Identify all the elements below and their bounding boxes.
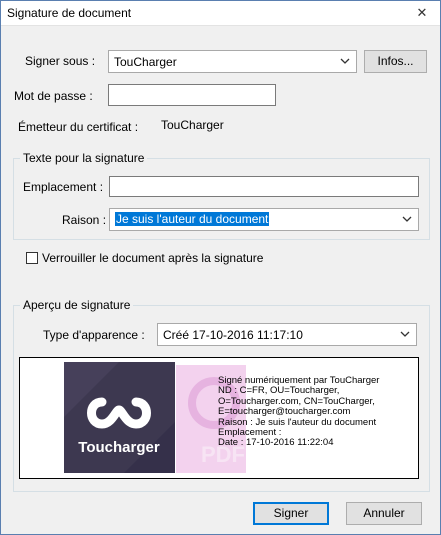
reason-value[interactable]: Je suis l'auteur du document — [115, 212, 270, 226]
signature-text-legend: Texte pour la signature — [20, 151, 148, 165]
issuer-value: TouCharger — [161, 118, 224, 132]
signature-line: Date : 17-10-2016 11:22:04 — [218, 437, 334, 449]
chevron-down-icon — [340, 58, 350, 64]
logo-text: Toucharger — [78, 439, 160, 456]
password-label: Mot de passe : — [14, 89, 93, 103]
preview-legend: Aperçu de signature — [20, 298, 134, 312]
appearance-dropdown[interactable]: Créé 17-10-2016 11:17:10 — [157, 323, 417, 346]
reason-label: Raison : — [62, 213, 107, 227]
chevron-down-icon — [400, 331, 410, 337]
close-icon[interactable]: ✕ — [404, 1, 440, 25]
sign-as-label: Signer sous : — [25, 54, 96, 68]
signature-dialog: Signature de document ✕ Signer sous : To… — [0, 0, 441, 535]
appearance-value: Créé 17-10-2016 11:17:10 — [163, 328, 303, 342]
lock-document-checkbox[interactable] — [26, 252, 38, 264]
sign-as-value: TouCharger — [114, 55, 177, 69]
reason-combobox[interactable]: Je suis l'auteur du document — [109, 208, 419, 231]
info-button[interactable]: Infos... — [364, 50, 427, 73]
location-label: Emplacement : — [23, 180, 104, 194]
toucharger-logo-mark: Toucharger — [64, 362, 175, 473]
window-title: Signature de document — [7, 6, 132, 20]
chevron-down-icon — [402, 216, 412, 222]
password-field[interactable] — [108, 84, 276, 106]
appearance-label: Type d'apparence : — [43, 328, 145, 342]
issuer-label: Émetteur du certificat : — [18, 120, 139, 134]
sign-as-dropdown[interactable]: TouCharger — [108, 50, 357, 73]
cancel-button[interactable]: Annuler — [346, 502, 422, 525]
sign-button[interactable]: Signer — [253, 502, 329, 525]
location-field[interactable] — [109, 176, 419, 197]
signature-details: Signé numériquement par TouCharger ND : … — [218, 375, 379, 449]
toucharger-logo: Toucharger — [64, 362, 175, 473]
lock-document-label: Verrouiller le document après la signatu… — [42, 251, 264, 265]
title-bar: Signature de document ✕ — [1, 1, 440, 26]
